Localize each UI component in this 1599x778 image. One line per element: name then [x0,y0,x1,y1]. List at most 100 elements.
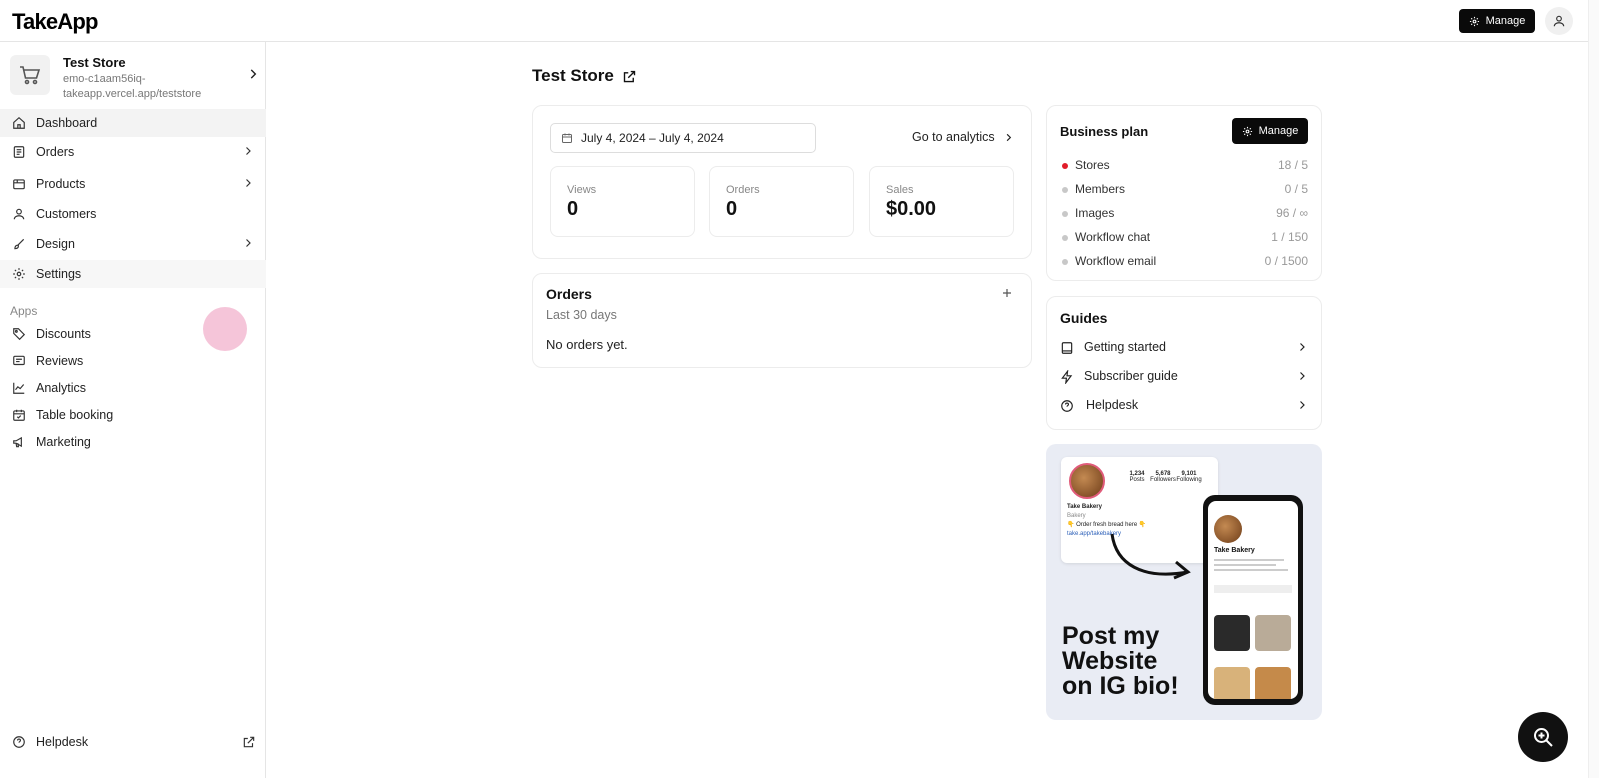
box-icon [13,179,25,190]
chevron-right-icon [1300,372,1305,380]
external-link-icon[interactable] [622,69,637,84]
guide-subscriber[interactable]: Subscriber guide [1060,367,1308,387]
sidebar-item-marketing[interactable]: Marketing [0,428,266,456]
chevron-right-icon [246,147,251,155]
sidebar-item-analytics[interactable]: Analytics [0,374,266,402]
user-icon [1553,15,1565,27]
message-icon [13,355,25,366]
stat-label: Views [567,184,597,196]
plan-row-name: Images [1075,206,1115,220]
add-order-button[interactable] [1001,286,1013,304]
page-title: Test Store [532,66,637,86]
sidebar-item-label: Products [36,177,86,191]
sidebar: Test Store emo-c1aam56iq-takeapp.vercel.… [0,42,266,778]
stat-label: Orders [726,184,760,196]
status-dot [1062,259,1068,265]
plan-row-name: Workflow email [1075,254,1157,268]
external-link-icon [243,736,255,748]
orders-card-subtitle: Last 30 days [546,308,617,322]
ig-stat: 1,234 Posts [1123,471,1151,483]
megaphone-icon [13,436,22,448]
plus-icon [1003,289,1011,297]
plan-row-name: Workflow chat [1075,230,1151,244]
status-dot [1062,187,1068,193]
ig-stat-label: Posts [1129,477,1145,483]
stats-card: July 4, 2024 – July 4, 2024 Go to analyt… [532,105,1032,259]
promo-line: Post my [1062,622,1160,650]
gear-icon [13,268,25,280]
sidebar-item-dashboard[interactable]: Dashboard [0,109,266,137]
gear-icon [1469,16,1479,26]
ig-category: Bakery [1067,513,1086,519]
header-manage-button[interactable]: Manage [1459,9,1535,33]
plan-row-workflow-email: Workflow email 0 / 1500 [1060,254,1308,272]
search-sparkle-icon [1534,728,1553,747]
sidebar-item-products[interactable]: Products [0,170,266,198]
stat-orders: Orders 0 [709,166,854,237]
plan-manage-button[interactable]: Manage [1232,118,1308,144]
go-to-analytics-link[interactable]: Go to analytics [912,130,1014,144]
store-switcher[interactable]: Test Store emo-c1aam56iq-takeapp.vercel.… [10,55,260,111]
sidebar-item-customers[interactable]: Customers [0,200,266,228]
plan-title: Business plan [1060,124,1149,139]
stat-views: Views 0 [550,166,695,237]
sidebar-item-reviews[interactable]: Reviews [0,347,266,375]
plan-row-count: 1 / 150 [1271,230,1308,244]
guides-title: Guides [1060,310,1108,326]
sidebar-item-table-booking[interactable]: Table booking [0,401,266,429]
sidebar-item-orders[interactable]: Orders [0,138,266,166]
promo-banner[interactable]: 1,234 Posts 5,678 Followers 9,101 Following… [1046,444,1322,720]
orders-icon [13,146,25,158]
sidebar-item-label: Reviews [36,354,84,368]
apps-section-label: Apps [10,304,38,318]
status-dot [1062,235,1068,241]
guide-helpdesk[interactable]: Helpdesk [1060,396,1308,416]
plan-row-workflow-chat: Workflow chat 1 / 150 [1060,230,1308,248]
sidebar-item-label: Customers [36,207,97,221]
page-scrollbar[interactable] [1588,0,1599,778]
sidebar-item-label: Helpdesk [36,735,89,749]
sidebar-item-helpdesk[interactable]: Helpdesk [0,728,266,756]
phone-screen: Take Bakery [1208,501,1298,699]
page-title-text: Test Store [532,66,614,85]
category-select [1214,585,1292,593]
text-line [1214,569,1288,571]
chevron-right-icon [246,239,251,247]
status-dot [1062,163,1068,169]
cart-icon [20,66,41,85]
sidebar-item-label: Discounts [36,327,91,341]
ig-stat-label: Followers [1150,477,1176,483]
zap-icon [1061,370,1073,384]
orders-empty-message: No orders yet. [546,337,628,352]
search-assistant-button[interactable] [1518,712,1568,762]
ig-stat: 5,678 Followers [1149,471,1177,483]
sidebar-item-discounts[interactable]: Discounts [0,320,266,348]
app-logo[interactable]: TakeApp [12,9,98,35]
chevron-right-icon [1300,401,1305,409]
date-range-picker[interactable]: July 4, 2024 – July 4, 2024 [550,123,816,153]
guide-label: Getting started [1084,340,1166,354]
sidebar-item-label: Design [36,237,75,251]
user-menu-button[interactable] [1545,7,1573,35]
store-name: Test Store [63,55,126,70]
sidebar-item-label: Marketing [36,435,91,449]
sidebar-item-label: Dashboard [36,116,98,130]
plan-row-count: 0 / 1500 [1264,254,1308,268]
sidebar-item-settings[interactable]: Settings [0,260,266,288]
guide-label: Subscriber guide [1084,369,1178,383]
stat-value: 0 [726,198,738,220]
plan-row-images: Images 96 / ∞ [1060,206,1308,224]
calendar-check-icon [13,409,25,421]
brush-icon [14,238,25,250]
guide-label: Helpdesk [1086,398,1139,412]
phone-store-name: Take Bakery [1214,547,1255,554]
stat-value: 0 [567,198,579,220]
sidebar-item-label: Analytics [36,381,87,395]
plan-row-members: Members 0 / 5 [1060,182,1308,200]
business-plan-card: Business plan Manage Stores 18 / 5 Membe… [1046,105,1322,281]
chevron-right-icon [246,67,260,86]
guide-getting-started[interactable]: Getting started [1060,338,1308,358]
sidebar-item-design[interactable]: Design [0,230,266,258]
plan-row-name: Members [1075,182,1126,196]
chevron-right-icon [1300,343,1305,351]
